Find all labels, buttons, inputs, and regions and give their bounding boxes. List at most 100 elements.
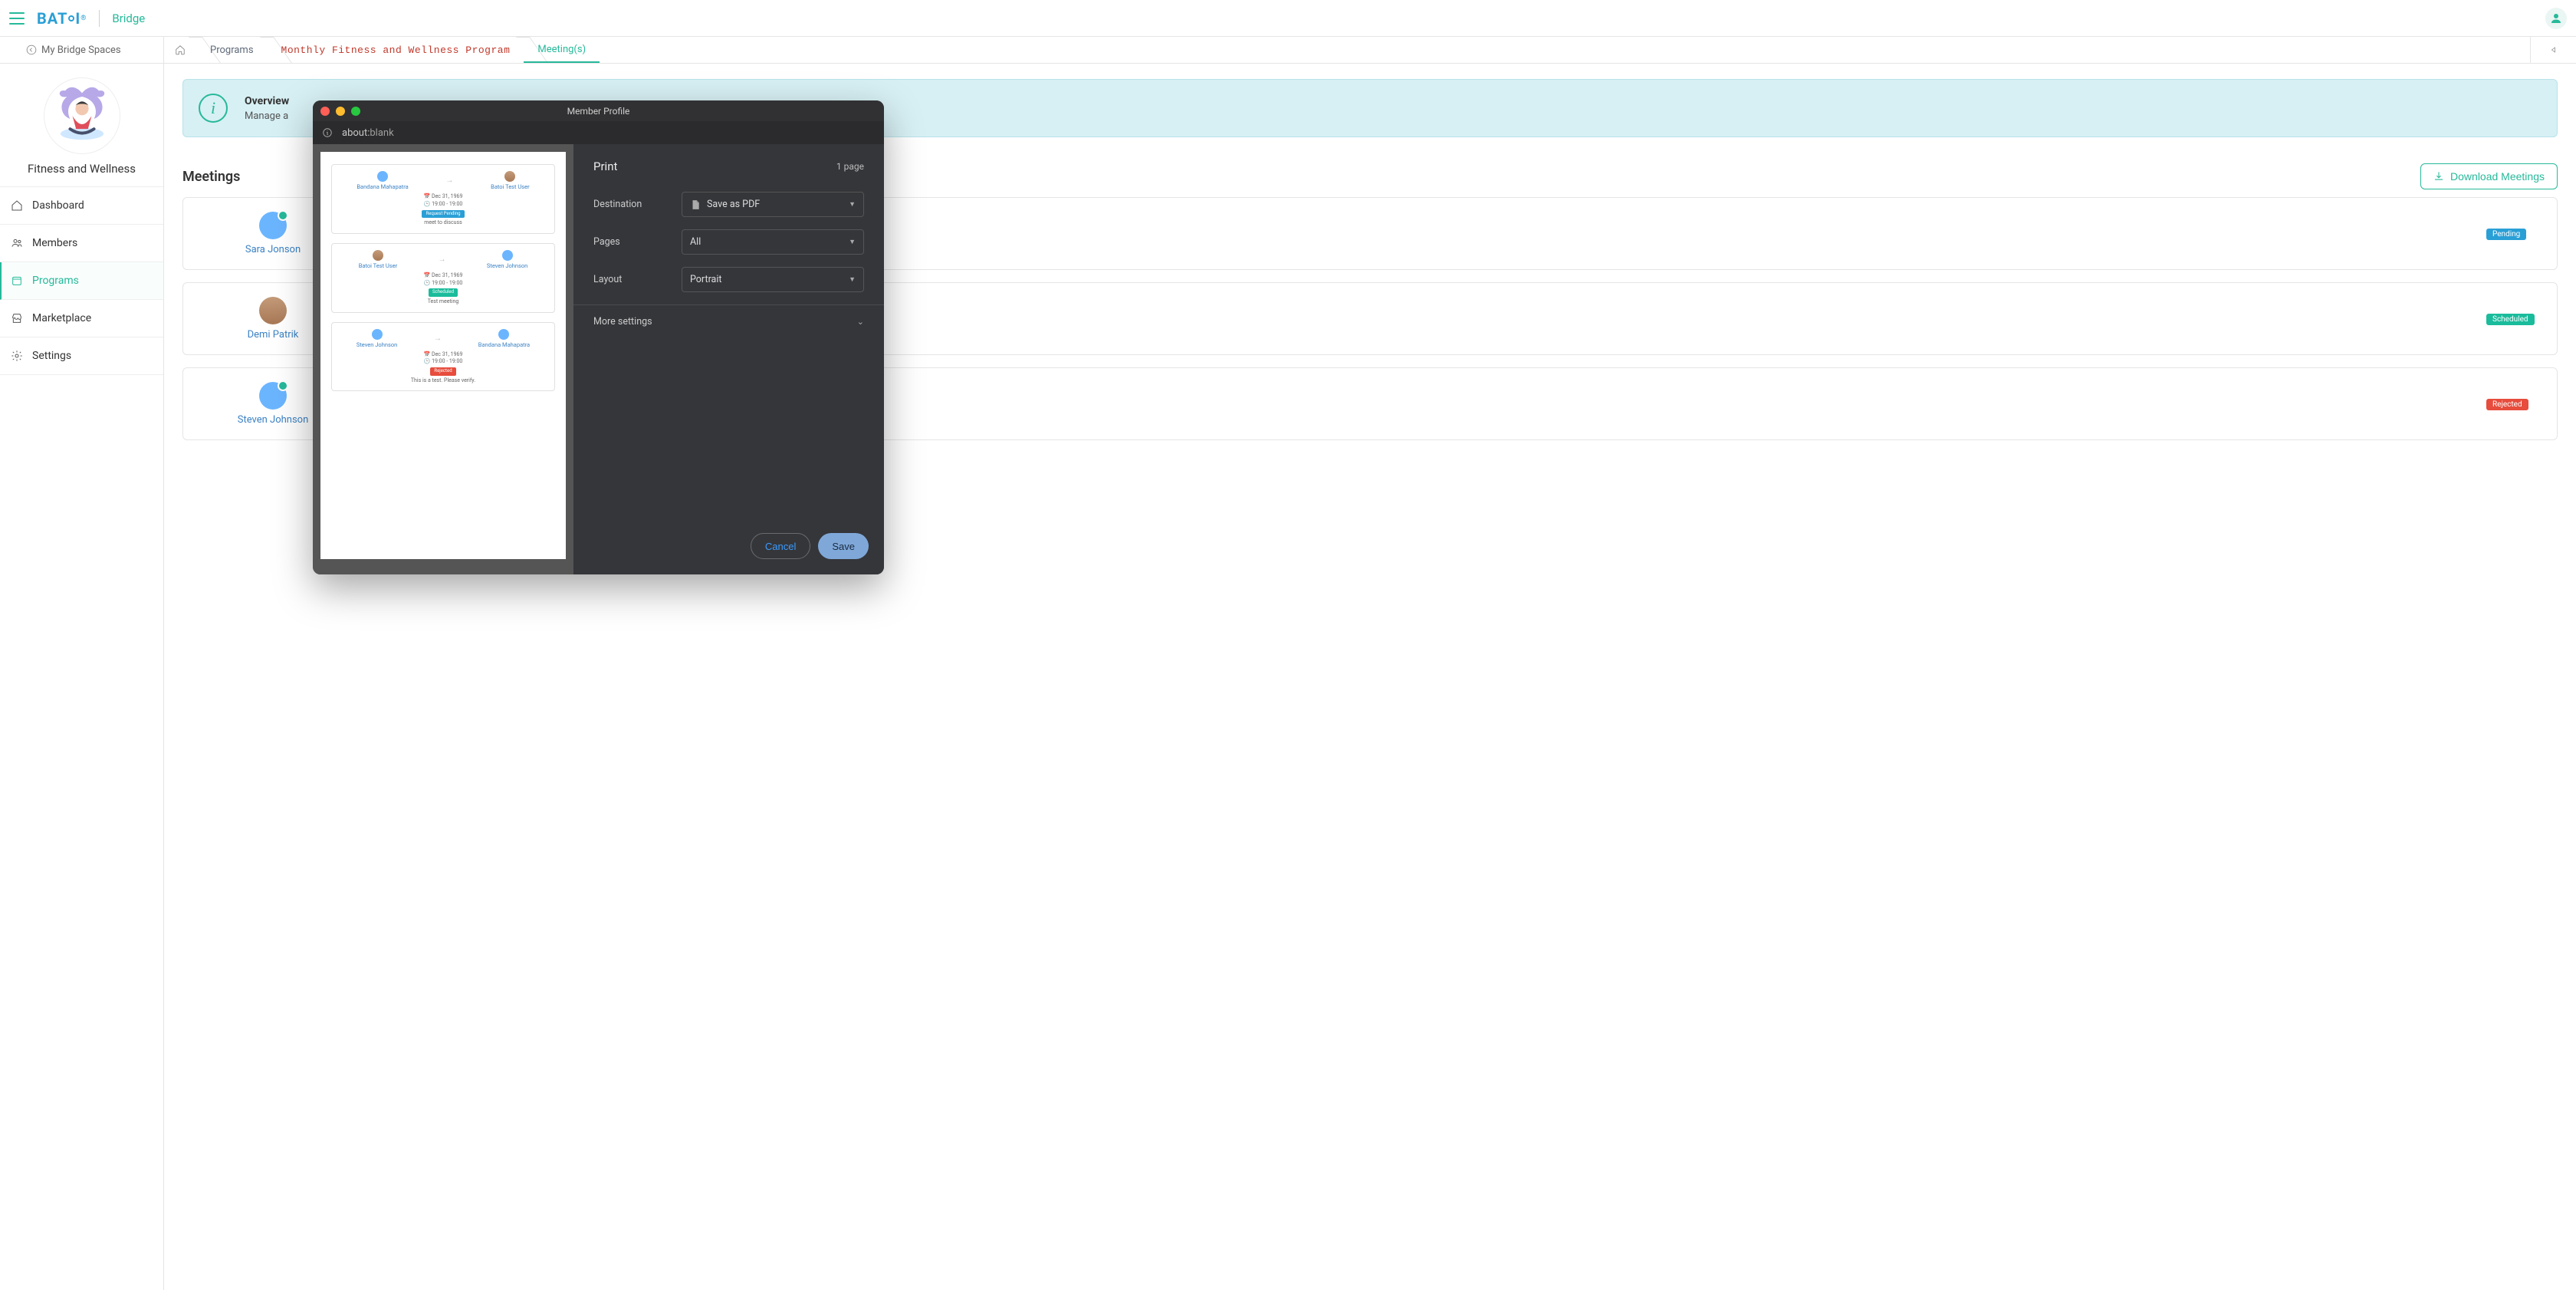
- status-badge: Request Pending: [422, 210, 464, 218]
- preview-card: Bandana Mahapatra → Batoi Test User 📅 De…: [331, 164, 555, 234]
- nav-label: Programs: [32, 275, 79, 287]
- person-avatar: [504, 171, 515, 182]
- nav-label: Dashboard: [32, 199, 84, 212]
- status-badge: Scheduled: [429, 288, 458, 296]
- preview-from-person: Bandana Mahapatra: [356, 171, 408, 190]
- person-name: Batoi Test User: [359, 262, 397, 269]
- person-avatar: [498, 329, 509, 340]
- nav-marketplace[interactable]: Marketplace: [0, 300, 163, 337]
- preview-to-person: Steven Johnson: [487, 250, 527, 269]
- meditation-icon: [52, 86, 112, 146]
- logo-block: BATI® Bridge: [37, 9, 145, 28]
- person-avatar: [373, 250, 383, 261]
- arrow-right-icon: →: [439, 255, 446, 264]
- page-count: 1 page: [836, 161, 864, 172]
- breadcrumb-bar: My Bridge Spaces Programs Monthly Fitnes…: [0, 37, 2576, 64]
- person-name: Batoi Test User: [491, 183, 529, 190]
- nav-dashboard[interactable]: Dashboard: [0, 187, 163, 225]
- status-badge-wrap: Scheduled: [2486, 312, 2540, 325]
- info-circle-icon: [322, 127, 333, 138]
- store-icon: [11, 312, 23, 324]
- download-icon: [2433, 171, 2444, 182]
- person-avatar: [259, 297, 287, 324]
- chevron-down-icon: ▼: [849, 200, 856, 209]
- destination-value: Save as PDF: [707, 199, 760, 210]
- cancel-button[interactable]: Cancel: [751, 533, 810, 559]
- print-dialog: Member Profile about:blank Bandana Mahap…: [313, 100, 884, 574]
- download-label: Download Meetings: [2450, 170, 2545, 183]
- profile-avatar-button[interactable]: [2545, 8, 2567, 29]
- preview-meta: 📅 Dec 31, 1969 🕒 19:00 - 19:00 Rejected …: [338, 351, 548, 385]
- breadcrumb-label: Meeting(s): [537, 44, 586, 55]
- url-path: blank: [370, 127, 393, 139]
- arrow-left-circle-icon: [26, 44, 37, 55]
- preview-card: Steven Johnson → Bandana Mahapatra 📅 Dec…: [331, 322, 555, 392]
- status-badge: Pending: [2486, 229, 2526, 240]
- layout-select[interactable]: Portrait ▼: [682, 267, 864, 292]
- home-icon: [175, 44, 186, 55]
- sidebar: Fitness and Wellness Dashboard Members P…: [0, 64, 164, 1290]
- more-settings-label: More settings: [593, 316, 652, 327]
- destination-label: Destination: [593, 199, 682, 210]
- space-avatar: [44, 77, 120, 154]
- menu-toggle-icon[interactable]: [9, 12, 25, 25]
- status-badge-wrap: Pending: [2486, 227, 2540, 240]
- divider: [99, 10, 100, 27]
- calendar-icon: [11, 275, 23, 287]
- pages-label: Pages: [593, 236, 682, 248]
- save-button[interactable]: Save: [818, 533, 869, 559]
- more-settings-toggle[interactable]: More settings ⌄: [593, 316, 864, 327]
- breadcrumb-programs[interactable]: Programs: [196, 37, 268, 63]
- breadcrumb-label: Programs: [210, 44, 254, 56]
- arrow-right-icon: →: [434, 334, 442, 343]
- dialog-footer: Cancel Save: [573, 522, 884, 574]
- app-name[interactable]: Bridge: [112, 12, 145, 25]
- status-badge: Rejected: [430, 367, 455, 375]
- nav-label: Settings: [32, 350, 71, 362]
- person-avatar: [372, 329, 383, 340]
- window-title: Member Profile: [313, 106, 884, 117]
- nav-members[interactable]: Members: [0, 225, 163, 262]
- person-avatar: [377, 171, 388, 182]
- divider: [573, 304, 884, 305]
- breadcrumb-collapse-toggle[interactable]: [2530, 37, 2576, 63]
- status-badge: Rejected: [2486, 399, 2528, 410]
- logo-icon[interactable]: BATI®: [37, 9, 87, 28]
- users-icon: [11, 237, 23, 249]
- gear-icon: [11, 350, 23, 362]
- pages-select[interactable]: All ▼: [682, 229, 864, 255]
- top-bar: BATI® Bridge: [0, 0, 2576, 37]
- preview-to-person: Batoi Test User: [491, 171, 529, 190]
- person-name: Bandana Mahapatra: [478, 341, 530, 348]
- preview-meta: 📅 Dec 31, 1969 🕒 19:00 - 19:00 Request P…: [338, 193, 548, 227]
- person-name: Steven Johnson: [487, 262, 527, 269]
- status-badge-wrap: Rejected: [2486, 397, 2540, 410]
- status-badge: Scheduled: [2486, 314, 2535, 325]
- overview-subtitle: Manage a: [245, 110, 289, 122]
- url-bar: about:blank: [313, 121, 884, 144]
- breadcrumb-home[interactable]: [164, 37, 196, 63]
- home-icon: [11, 199, 23, 212]
- person-avatar: [259, 382, 287, 410]
- back-to-spaces[interactable]: My Bridge Spaces: [0, 37, 164, 63]
- breadcrumb-program-name[interactable]: Monthly Fitness and Wellness Program: [268, 37, 524, 63]
- download-meetings-button[interactable]: Download Meetings: [2420, 163, 2558, 189]
- person-name: Bandana Mahapatra: [356, 183, 408, 190]
- breadcrumb-meetings[interactable]: Meeting(s): [524, 37, 600, 63]
- person-name: Steven Johnson: [356, 341, 397, 348]
- info-icon: i: [199, 94, 228, 123]
- destination-select[interactable]: Save as PDF ▼: [682, 192, 864, 217]
- nav-label: Marketplace: [32, 312, 91, 324]
- nav-programs[interactable]: Programs: [0, 262, 163, 300]
- person-avatar: [502, 250, 513, 261]
- preview-page: Bandana Mahapatra → Batoi Test User 📅 De…: [320, 152, 566, 559]
- space-name: Fitness and Wellness: [8, 162, 156, 176]
- arrow-right-icon: →: [445, 176, 453, 185]
- print-preview-pane: Bandana Mahapatra → Batoi Test User 📅 De…: [313, 144, 573, 574]
- overview-title: Overview: [245, 95, 289, 107]
- preview-meta: 📅 Dec 31, 1969 🕒 19:00 - 19:00 Scheduled…: [338, 272, 548, 306]
- preview-to-person: Bandana Mahapatra: [478, 329, 530, 348]
- chevron-down-icon: ▼: [849, 238, 856, 246]
- nav-settings[interactable]: Settings: [0, 337, 163, 375]
- breadcrumb-chain: Programs Monthly Fitness and Wellness Pr…: [164, 37, 2530, 63]
